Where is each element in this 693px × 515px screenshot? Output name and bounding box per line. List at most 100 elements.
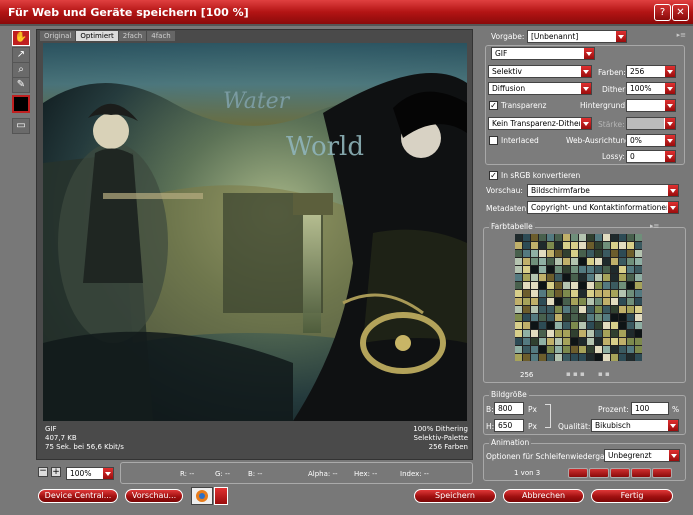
zoom-in-button[interactable]: + [51,467,61,477]
color-swatch[interactable] [587,330,594,337]
color-swatch[interactable] [531,290,538,297]
color-swatch[interactable] [555,354,562,361]
color-swatch[interactable] [523,354,530,361]
color-swatch[interactable] [531,330,538,337]
color-swatch[interactable] [515,282,522,289]
color-swatch[interactable] [587,298,594,305]
color-swatch[interactable] [563,330,570,337]
color-table-tools-icon[interactable]: ▪ ▪ ▪ ▪ ▪ [566,370,610,378]
matte-select[interactable] [626,99,676,112]
color-swatch[interactable] [539,354,546,361]
color-swatch[interactable] [531,314,538,321]
color-swatch[interactable] [563,346,570,353]
color-swatch[interactable] [627,282,634,289]
color-swatch[interactable] [579,258,586,265]
color-swatch[interactable] [523,250,530,257]
previous-frame-icon[interactable] [589,468,609,478]
srgb-checkbox[interactable]: ✓ [489,171,498,180]
color-swatch[interactable] [619,322,626,329]
help-button[interactable]: ? [654,4,671,21]
color-swatch[interactable] [571,306,578,313]
color-swatch[interactable] [587,338,594,345]
color-swatch[interactable] [531,250,538,257]
color-swatch[interactable] [619,234,626,241]
color-swatch[interactable] [515,322,522,329]
color-swatch[interactable] [635,234,642,241]
color-swatch[interactable] [611,314,618,321]
color-swatch[interactable] [595,346,602,353]
color-swatch[interactable] [579,314,586,321]
color-swatch[interactable] [619,274,626,281]
color-swatch[interactable] [555,330,562,337]
color-swatch[interactable] [611,338,618,345]
color-swatch[interactable] [619,306,626,313]
color-swatch[interactable] [587,306,594,313]
color-swatch[interactable] [563,250,570,257]
color-swatch[interactable] [515,314,522,321]
color-swatch[interactable] [515,274,522,281]
color-swatch[interactable] [555,290,562,297]
color-swatch[interactable] [619,338,626,345]
color-swatch[interactable] [531,346,538,353]
hand-tool-icon[interactable]: ✋ [12,30,30,46]
color-swatch[interactable] [531,266,538,273]
color-swatch[interactable] [547,314,554,321]
color-swatch[interactable] [547,330,554,337]
color-swatch[interactable] [571,290,578,297]
color-swatch[interactable] [523,306,530,313]
color-swatch[interactable] [563,290,570,297]
color-swatch[interactable] [539,258,546,265]
zoom-out-button[interactable]: − [38,467,48,477]
color-swatch[interactable] [563,234,570,241]
color-swatch[interactable] [619,266,626,273]
color-swatch[interactable] [515,354,522,361]
color-swatch[interactable] [635,290,642,297]
color-swatch[interactable] [587,314,594,321]
color-swatch[interactable] [595,290,602,297]
color-swatch[interactable] [547,266,554,273]
color-swatch[interactable] [571,282,578,289]
color-swatch[interactable] [619,330,626,337]
color-swatch[interactable] [587,266,594,273]
zoom-select[interactable]: 100% [66,467,114,480]
color-swatch[interactable] [595,314,602,321]
color-swatch[interactable] [547,306,554,313]
color-swatch[interactable] [571,298,578,305]
color-swatch[interactable] [563,298,570,305]
color-swatch[interactable] [627,306,634,313]
close-button[interactable]: ✕ [672,4,689,21]
color-swatch[interactable] [539,306,546,313]
color-swatch[interactable] [515,306,522,313]
color-swatch[interactable] [523,322,530,329]
color-swatch[interactable] [523,258,530,265]
color-table-menu-icon[interactable]: ▸≡ [650,222,659,230]
color-swatch[interactable] [539,338,546,345]
color-swatch[interactable] [515,346,522,353]
save-button[interactable]: Speichern [414,489,496,503]
color-swatch[interactable] [627,298,634,305]
color-swatch[interactable] [579,306,586,313]
color-swatch[interactable] [595,242,602,249]
color-swatch[interactable] [579,250,586,257]
color-swatch[interactable] [539,322,546,329]
browser-select-arrow[interactable] [214,487,228,505]
preview-image[interactable]: Water World [43,43,467,421]
zoom-tool-icon[interactable]: ⌕ [12,62,30,78]
color-swatch[interactable] [627,290,634,297]
color-swatch[interactable] [627,258,634,265]
loop-options-select[interactable]: Unbegrenzt [604,449,680,462]
color-swatch[interactable] [555,250,562,257]
colors-select[interactable]: 256 [626,65,676,78]
color-swatch[interactable] [579,242,586,249]
color-swatch[interactable] [523,338,530,345]
color-swatch[interactable] [603,314,610,321]
color-swatch[interactable] [571,274,578,281]
tab-original[interactable]: Original [40,31,76,41]
color-swatch[interactable] [587,290,594,297]
tab-4up[interactable]: 4fach [147,31,175,41]
color-swatch[interactable] [627,330,634,337]
color-swatch[interactable] [547,242,554,249]
color-swatch[interactable] [611,242,618,249]
color-swatch[interactable] [531,298,538,305]
color-swatch[interactable] [563,354,570,361]
